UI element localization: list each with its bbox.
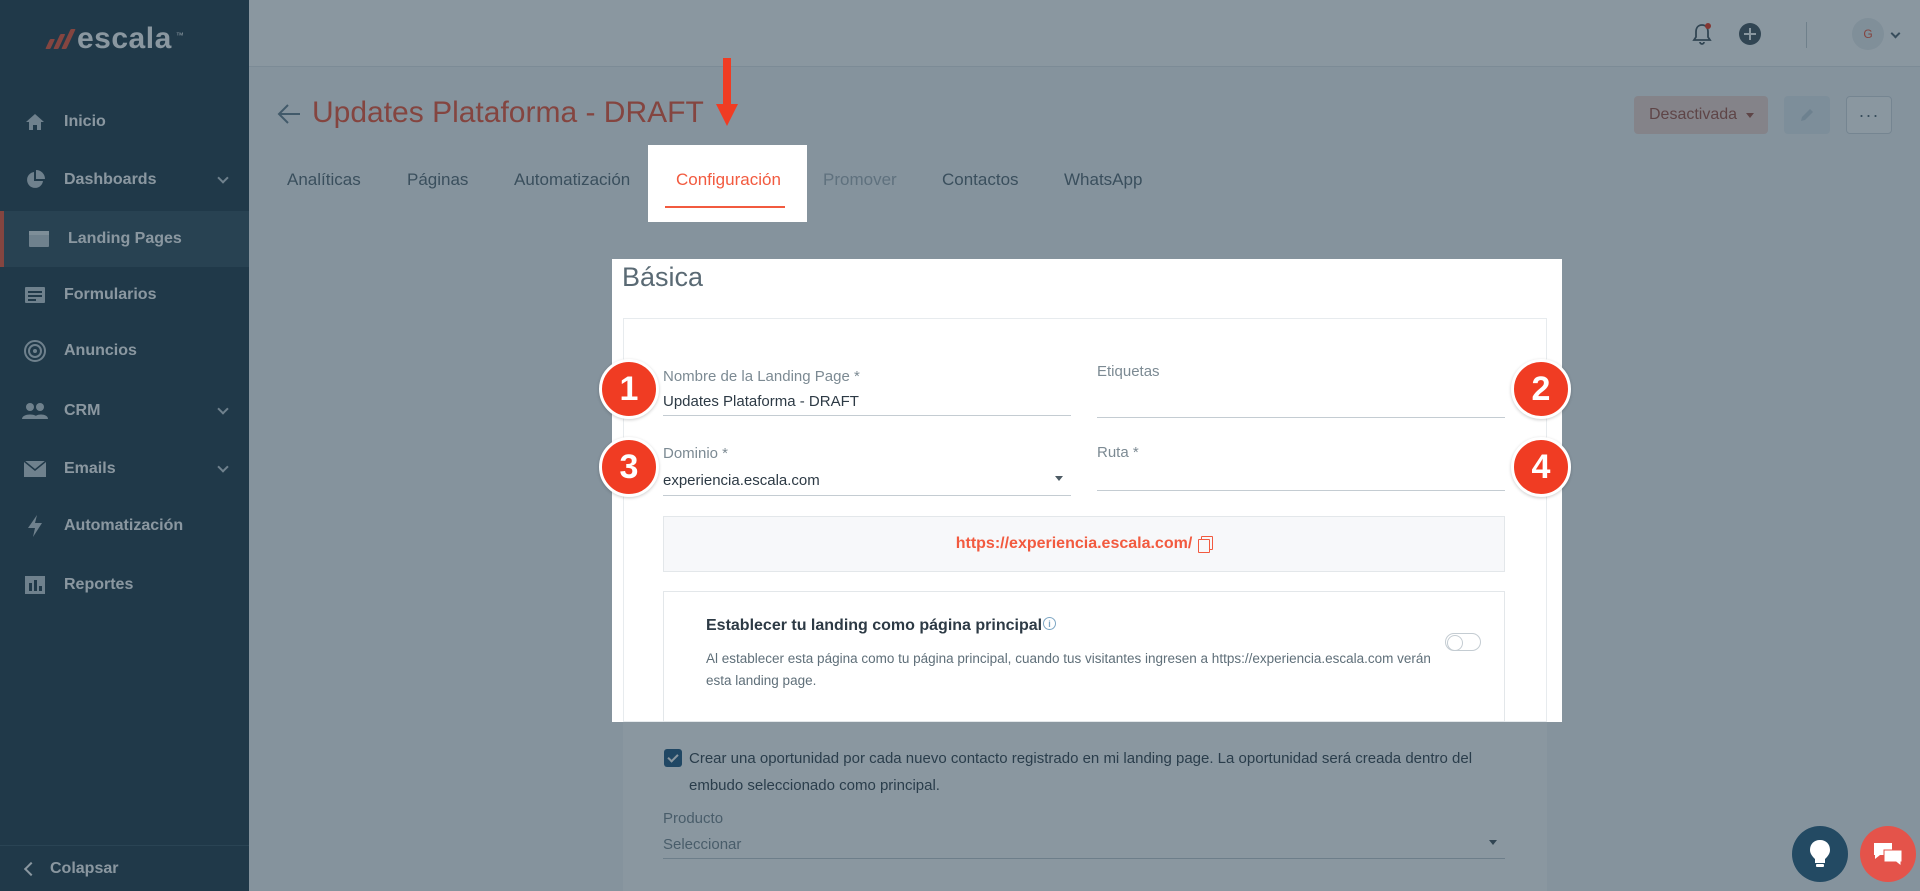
logo-trademark: ™ [175,30,184,40]
logo-mark-icon [45,29,76,49]
browser-window-icon [26,228,52,250]
tags-input[interactable] [1097,417,1505,418]
sidebar-item-label: Automatización [64,517,184,534]
landing-url[interactable]: https://experiencia.escala.com/ [956,535,1193,553]
target-icon [22,340,48,362]
chat-bubbles-icon [1874,843,1903,867]
report-icon [22,574,48,596]
add-circle-icon[interactable] [1738,22,1762,46]
collapse-label: Colapsar [50,859,119,877]
chat-button[interactable] [1860,826,1916,882]
tab-whatsapp[interactable]: WhatsApp [1064,170,1142,190]
topbar: G [249,0,1920,67]
sidebar-item-label: Reportes [64,576,134,593]
landing-name-input[interactable]: Updates Plataforma - DRAFT [663,393,859,410]
domain-label: Dominio * [663,445,729,462]
copy-icon[interactable] [1198,536,1214,553]
sidebar-item-dashboards[interactable]: Dashboards [0,152,249,208]
path-label: Ruta * [1097,444,1139,461]
section-title: Básica [622,262,704,292]
opportunity-checkbox[interactable] [664,749,682,767]
caret-down-icon [1055,476,1063,481]
tab-promover[interactable]: Promover [823,170,897,190]
badge-2: 2 [1511,359,1571,419]
status-dropdown-button[interactable]: Desactivada [1634,96,1768,134]
landing-name-underline [663,415,1071,416]
sidebar-item-landing-pages[interactable]: Landing Pages [0,211,249,267]
users-icon [22,400,48,422]
lightbulb-icon [1810,840,1830,867]
sidebar: escala ™ Inicio Dashboards Landing Pages… [0,0,249,891]
back-arrow-icon[interactable] [276,102,302,126]
lightning-icon [22,515,48,537]
arrow-down-icon [716,58,738,126]
pencil-icon [1801,109,1813,121]
avatar[interactable]: G [1852,18,1884,50]
sidebar-item-reportes[interactable]: Reportes [0,557,249,613]
sidebar-item-label: Dashboards [64,171,157,188]
tab-configuracion[interactable]: Configuración [676,170,781,190]
sidebar-item-label: Emails [64,460,116,477]
domain-select[interactable]: experiencia.escala.com [663,472,820,489]
chevron-down-icon[interactable] [1890,28,1901,39]
main-page-title: Establecer tu landing como página princi… [706,617,1043,634]
product-label: Producto [663,810,724,827]
chevron-down-icon [217,461,229,473]
sidebar-item-inicio[interactable]: Inicio [0,94,249,150]
domain-underline [663,495,1071,496]
help-tips-button[interactable] [1792,826,1848,882]
landing-url-box[interactable]: https://experiencia.escala.com/ [663,516,1505,572]
tab-automatizacion[interactable]: Automatización [514,170,630,190]
form-icon [22,284,48,306]
tab-contactos[interactable]: Contactos [942,170,1019,190]
sidebar-item-automatizacion[interactable]: Automatización [0,498,249,554]
main-page-toggle[interactable] [1445,633,1481,651]
caret-down-icon [1746,113,1754,118]
bell-icon[interactable] [1690,22,1714,46]
sidebar-item-label: CRM [64,402,101,419]
escala-logo[interactable]: escala ™ [45,22,184,56]
sidebar-item-emails[interactable]: Emails [0,441,249,497]
edit-button[interactable] [1784,96,1830,134]
tags-label: Etiquetas [1097,363,1160,380]
path-input[interactable] [1097,490,1505,491]
sidebar-item-label: Landing Pages [68,230,182,247]
sidebar-item-crm[interactable]: CRM [0,383,249,439]
sidebar-item-anuncios[interactable]: Anuncios [0,323,249,379]
collapse-sidebar-button[interactable]: Colapsar [0,845,249,891]
landing-name-label: Nombre de la Landing Page * [663,368,860,385]
caret-down-icon [1489,840,1497,845]
status-label: Desactivada [1649,106,1738,123]
home-icon [22,111,48,133]
more-options-button[interactable]: ··· [1846,96,1892,134]
tab-analiticas[interactable]: Analíticas [287,170,361,190]
product-select[interactable]: Seleccionar [663,836,741,853]
page-title: Updates Plataforma - DRAFT [312,96,704,129]
pie-chart-icon [22,169,48,191]
sidebar-item-formularios[interactable]: Formularios [0,267,249,323]
info-icon[interactable]: i [1043,617,1056,630]
chevron-down-icon [217,403,229,415]
envelope-icon [22,458,48,480]
badge-3: 3 [599,437,659,497]
product-underline [663,858,1505,859]
chevron-down-icon [217,172,229,184]
chevron-left-icon [23,861,39,876]
sidebar-item-label: Anuncios [64,342,137,359]
main-page-description: Al establecer esta página como tu página… [706,651,1431,688]
topbar-divider [1806,22,1807,48]
badge-1: 1 [599,359,659,419]
sidebar-item-label: Inicio [64,113,106,130]
logo-text: escala [77,22,172,55]
opportunity-text: Crear una oportunidad por cada nuevo con… [689,750,1473,794]
sidebar-item-label: Formularios [64,286,157,303]
badge-4: 4 [1511,437,1571,497]
tab-paginas[interactable]: Páginas [407,170,468,190]
tab-active-underline [665,206,785,208]
